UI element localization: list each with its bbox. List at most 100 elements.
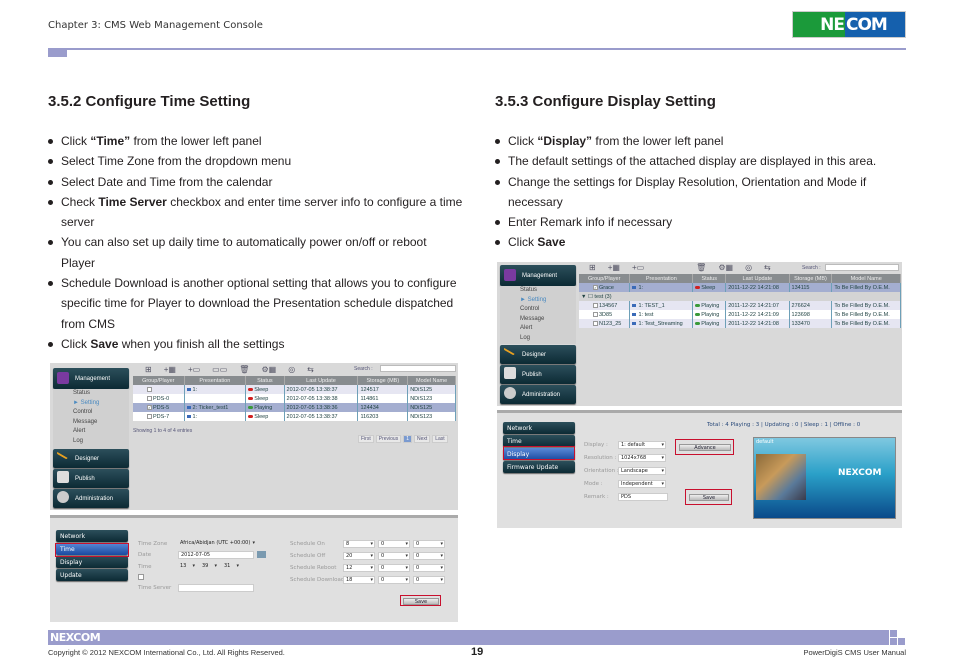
menu-item[interactable]: ► Setting: [520, 296, 576, 306]
hour-select[interactable]: 13: [178, 563, 196, 571]
column-header[interactable]: Status: [692, 274, 727, 283]
column-header[interactable]: Group/Player: [133, 376, 185, 385]
sync-icon[interactable]: ⇆: [764, 263, 771, 272]
view-icon[interactable]: ◎: [288, 365, 295, 374]
table-row[interactable]: N123_25 1: Test_Streaming Playing 2011-12-2…: [579, 319, 901, 328]
table-row[interactable]: ✓ PDS-5 2: Ticker_test1 Playing 2012-07-05 1…: [133, 403, 456, 412]
table-row[interactable]: 134567 1: TEST_1 Playing 2011-12-22 14:21:0…: [579, 301, 901, 310]
calendar-icon[interactable]: [257, 551, 266, 558]
pager-last[interactable]: Last: [432, 435, 448, 443]
time-server-checkbox[interactable]: [138, 574, 144, 580]
column-header[interactable]: Last Update: [284, 376, 359, 385]
column-header[interactable]: Group/Player: [579, 274, 631, 283]
row-checkbox[interactable]: [593, 320, 598, 326]
trash-icon[interactable]: 🗑: [239, 365, 249, 374]
display-select[interactable]: 1: default: [618, 441, 666, 449]
nav-designer[interactable]: Designer: [500, 344, 576, 364]
settings-nav-display[interactable]: Display: [56, 556, 128, 568]
nav-management[interactable]: Management: [500, 265, 576, 286]
second-select[interactable]: 31: [222, 563, 240, 571]
column-header[interactable]: Storage (MB): [357, 376, 409, 385]
menu-item[interactable]: Control: [520, 305, 576, 315]
menu-item[interactable]: Message: [73, 418, 129, 428]
table-row[interactable]: PDS-7 1: Sleep 2012-07-05 13:38:37 116203 NDi…: [133, 412, 456, 421]
menu-item[interactable]: Status: [520, 286, 576, 296]
schedule-select[interactable]: 0: [413, 552, 445, 560]
time-server-input[interactable]: [178, 584, 254, 592]
date-input[interactable]: 2012-07-05: [178, 551, 254, 559]
column-header[interactable]: Status: [245, 376, 285, 385]
menu-item[interactable]: Log: [520, 334, 576, 344]
row-checkbox[interactable]: ✓: [593, 284, 598, 290]
row-checkbox[interactable]: ✓: [147, 404, 152, 410]
schedule-select[interactable]: 0: [378, 540, 410, 548]
trash-icon[interactable]: 🗑: [696, 263, 706, 272]
nav-publish[interactable]: Publish: [53, 469, 129, 488]
column-header[interactable]: Presentation: [184, 376, 247, 385]
sync-icon[interactable]: ⇆: [307, 365, 314, 374]
menu-item[interactable]: Log: [73, 437, 129, 447]
column-header[interactable]: Storage (MB): [789, 274, 833, 283]
remark-input[interactable]: PDS: [618, 493, 668, 501]
menu-item[interactable]: ► Setting: [73, 399, 129, 409]
view-icon[interactable]: ◎: [745, 263, 752, 272]
pager-first[interactable]: First: [358, 435, 374, 443]
schedule-select[interactable]: 0: [413, 564, 445, 572]
settings-nav-update[interactable]: Update: [56, 569, 128, 581]
schedule-select[interactable]: 20: [343, 552, 375, 560]
nav-administration[interactable]: Administration: [53, 489, 129, 508]
table-row[interactable]: 3D85 1: test Playing 2011-12-22 14:21:09 123…: [579, 310, 901, 319]
pager-previous[interactable]: Previous: [375, 435, 402, 443]
settings-nav-network[interactable]: Network: [56, 530, 128, 542]
schedule-select[interactable]: 0: [378, 564, 410, 572]
orientation-select[interactable]: Landscape: [618, 467, 666, 475]
schedule-select[interactable]: 0: [413, 576, 445, 584]
row-checkbox[interactable]: [147, 386, 152, 392]
schedule-select[interactable]: 0: [378, 576, 410, 584]
menu-item[interactable]: Status: [73, 389, 129, 399]
schedule-select[interactable]: 0: [378, 552, 410, 560]
search-input[interactable]: [825, 264, 899, 271]
minute-select[interactable]: 39: [200, 563, 218, 571]
pager-next[interactable]: Next: [413, 435, 431, 443]
add-player-icon[interactable]: +▭: [188, 365, 200, 374]
row-checkbox[interactable]: [147, 413, 152, 419]
settings-group-icon[interactable]: ⚙▦: [261, 365, 276, 374]
menu-item[interactable]: Alert: [73, 427, 129, 437]
settings-nav-network[interactable]: Network: [503, 422, 575, 434]
add-player-icon[interactable]: +▭: [632, 263, 644, 272]
table-row[interactable]: ✓ Grace 1: Sleep 2011-12-22 14:21:08 134115 To…: [579, 283, 901, 292]
schedule-select[interactable]: 12: [343, 564, 375, 572]
nav-management[interactable]: Management: [53, 368, 129, 389]
table-row[interactable]: 1: Sleep 2012-07-05 13:38:37 124517 NDiS125: [133, 385, 456, 394]
column-header[interactable]: Last Update: [725, 274, 790, 283]
search-input[interactable]: [380, 365, 456, 372]
schedule-select[interactable]: 18: [343, 576, 375, 584]
nav-publish[interactable]: Publish: [500, 365, 576, 384]
column-header[interactable]: Presentation: [629, 274, 694, 283]
link-icon[interactable]: ▭▭: [212, 365, 227, 374]
table-row[interactable]: PDS-0 Sleep 2012-07-05 13:38:38 114861 NDiS1…: [133, 394, 456, 403]
column-header[interactable]: Model Name: [831, 274, 901, 283]
group-row[interactable]: ▼ ☐ test (3): [579, 292, 901, 301]
resolution-select[interactable]: 1024x768: [618, 454, 666, 462]
row-checkbox[interactable]: [147, 395, 152, 401]
schedule-select[interactable]: 8: [343, 540, 375, 548]
add-group-icon[interactable]: +▦: [164, 365, 176, 374]
row-checkbox[interactable]: [593, 302, 598, 308]
group-icon[interactable]: ⊞: [145, 365, 152, 374]
menu-item[interactable]: Control: [73, 408, 129, 418]
group-icon[interactable]: ⊞: [589, 263, 596, 272]
settings-group-icon[interactable]: ⚙▦: [718, 263, 733, 272]
column-header[interactable]: Model Name: [407, 376, 456, 385]
schedule-select[interactable]: 0: [413, 540, 445, 548]
time-zone-select[interactable]: Africa/Abidjan (UTC +00:00): [178, 540, 256, 548]
menu-item[interactable]: Message: [520, 315, 576, 325]
nav-administration[interactable]: Administration: [500, 385, 576, 404]
mode-select[interactable]: Independent: [618, 480, 666, 488]
pager-1[interactable]: 1: [403, 435, 412, 443]
menu-item[interactable]: Alert: [520, 324, 576, 334]
table-row[interactable]: ▼ ☐ test (3): [579, 292, 901, 301]
add-group-icon[interactable]: +▦: [608, 263, 620, 272]
nav-designer[interactable]: Designer: [53, 448, 129, 468]
